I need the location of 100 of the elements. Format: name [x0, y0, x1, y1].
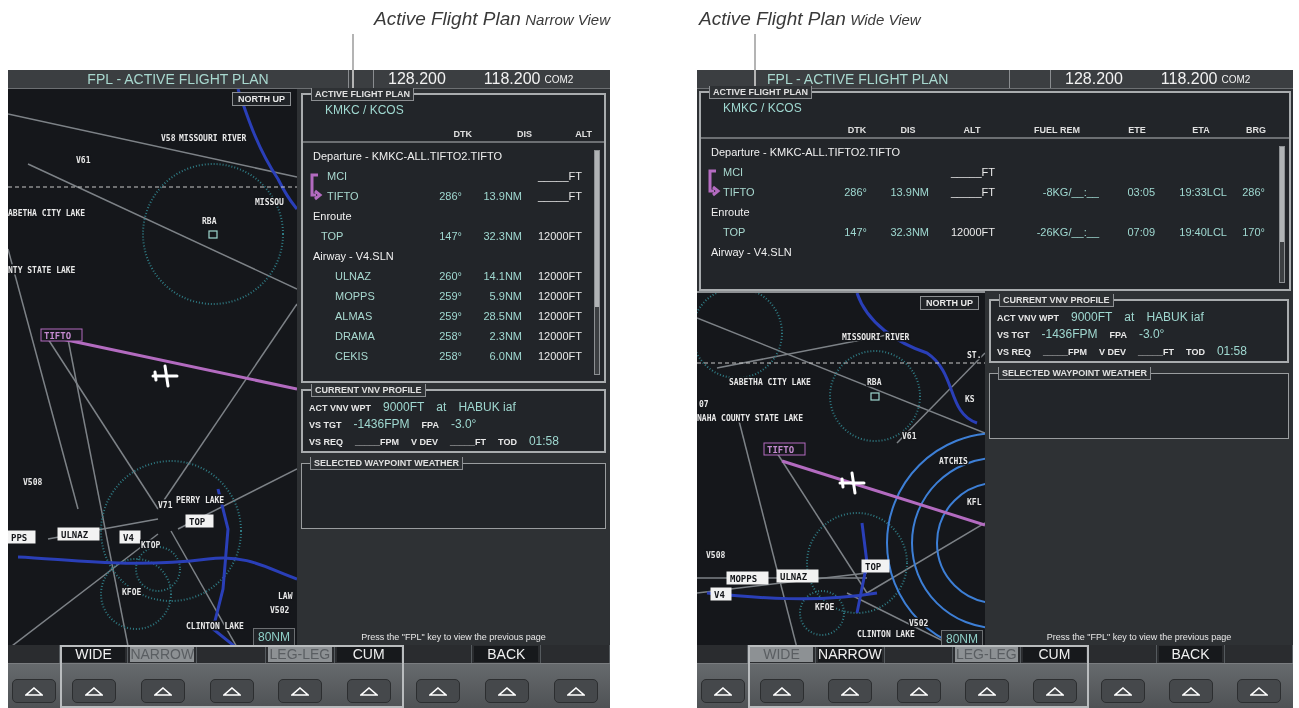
vnv-value: at: [1124, 310, 1135, 324]
map-orientation-label[interactable]: NORTH UP: [920, 296, 979, 310]
table-cell-text: 5.9NM: [488, 290, 522, 302]
leader-line: [754, 34, 756, 86]
vnv-value: HABUK iaf: [1146, 310, 1204, 324]
vnv-label: VS REQ: [309, 437, 343, 447]
softkey-button[interactable]: [700, 679, 745, 703]
map-label: V71: [158, 501, 173, 510]
map-label: NTY STATE LAKE: [8, 266, 76, 275]
vor-icon: [870, 392, 880, 401]
up-triangle-icon: [291, 686, 310, 696]
waypoint-tag: TOP: [861, 559, 890, 573]
softkey-label[interactable]: BACK: [474, 646, 539, 662]
column-header: ETA: [1191, 125, 1211, 135]
waypoint-name[interactable]: TIFTO: [303, 190, 418, 202]
section-header: Enroute: [313, 210, 352, 222]
vnv-value: at: [436, 400, 447, 414]
table-cell-text: 12000FT: [536, 230, 582, 242]
up-triangle-icon: [566, 686, 585, 696]
table-cell-text: 13.9NM: [482, 190, 522, 202]
map-label: KS: [965, 395, 975, 404]
map-label: CLINTON LAKE: [857, 630, 915, 639]
table-cell-text: 32.3NM: [482, 230, 522, 242]
map-label: SABETHA CITY LAKE: [729, 378, 811, 387]
column-header: DIS: [516, 129, 532, 139]
route-text: KMKC / KCOS: [324, 102, 405, 117]
softkey-button[interactable]: [553, 679, 598, 703]
column-header: ETE: [1127, 125, 1147, 135]
table-cell-text: 259°: [438, 310, 462, 322]
vor-icon: [208, 230, 218, 239]
vnv-label: TOD: [1186, 347, 1205, 357]
up-triangle-icon: [429, 686, 447, 696]
softkey-button[interactable]: [278, 679, 323, 703]
waypoint-tag: V4: [710, 587, 732, 601]
vnv-value: -1436FPM: [1041, 327, 1098, 341]
table-cell-text: 03:05: [1126, 186, 1155, 198]
map-label: KFOE: [122, 588, 142, 597]
table-cell-text: 14.1NM: [482, 270, 522, 282]
table-cell-text: 259°: [438, 290, 462, 302]
waypoint-tag: MOPPS: [726, 571, 769, 585]
table-cell-text: -26KG/__:__: [1035, 226, 1099, 238]
softkey-button[interactable]: [209, 679, 254, 703]
table-cell-text: 2.3NM: [488, 330, 522, 342]
softkey-button[interactable]: [896, 679, 941, 703]
airplane-icon: [151, 364, 179, 388]
column-header: ALT: [962, 125, 982, 135]
vnv-label: FPA: [1109, 330, 1127, 340]
table-cell-text: 19:40LCL: [1178, 226, 1227, 238]
softkey-button[interactable]: [760, 679, 805, 703]
map-label: ST.: [967, 351, 982, 360]
up-triangle-icon: [153, 686, 172, 696]
table-cell-text: 12000FT: [536, 350, 582, 362]
header-field: [1009, 70, 1051, 88]
column-header: DTK: [452, 129, 472, 139]
vnv-label: FPA: [421, 420, 439, 430]
map-label: 07: [699, 400, 709, 409]
softkey-button[interactable]: [1237, 679, 1281, 703]
softkey-label[interactable]: BACK: [1158, 646, 1222, 662]
up-triangle-icon: [773, 686, 792, 696]
map-label: KTOP: [141, 541, 161, 550]
scrollbar[interactable]: [594, 150, 600, 375]
table-cell-text: 147°: [438, 230, 462, 242]
scrollbar[interactable]: [1279, 146, 1285, 283]
leader-line: [352, 34, 354, 88]
map-label: KFL: [967, 498, 982, 507]
softkey-button[interactable]: [484, 679, 529, 703]
softkey-button[interactable]: [11, 679, 56, 703]
softkey-button[interactable]: [1168, 679, 1213, 703]
vnv-value: 9000FT: [383, 400, 425, 414]
table-cell-text: 12000FT: [536, 290, 582, 302]
map-label: ATCHIS: [939, 457, 968, 466]
table-cell-text: 258°: [438, 330, 462, 342]
softkey-button[interactable]: [140, 679, 185, 703]
softkey-button[interactable]: [72, 679, 116, 703]
softkey-button[interactable]: [828, 679, 873, 703]
map-label: V58: [161, 134, 176, 143]
table-cell-text: 07:09: [1126, 226, 1155, 238]
softkey-button[interactable]: [964, 679, 1009, 703]
vnv-value: -1436FPM: [353, 417, 410, 431]
table-cell-text: _____FT: [536, 170, 582, 182]
route-text: KMKC / KCOS: [722, 100, 803, 115]
softkey-button[interactable]: [347, 679, 392, 703]
column-header: DIS: [899, 125, 917, 135]
standby-frequency: 118.200: [483, 70, 541, 88]
softkey-button[interactable]: [416, 679, 460, 703]
vnv-value: HABUK iaf: [458, 400, 516, 414]
softkey-button[interactable]: [1100, 679, 1145, 703]
vnv-label: ACT VNV WPT: [997, 313, 1059, 323]
up-triangle-icon: [85, 686, 103, 696]
table-cell-text: 12000FT: [536, 330, 582, 342]
vnv-value: -3.0°: [450, 417, 477, 431]
waypoint-tag: V4: [119, 530, 141, 544]
status-message: Press the "FPL" key to view the previous page: [360, 632, 547, 643]
up-triangle-icon: [909, 686, 928, 696]
map-orientation-label[interactable]: NORTH UP: [232, 92, 291, 106]
softkey-button[interactable]: [1032, 679, 1077, 703]
vnv-label: V DEV: [1099, 347, 1127, 357]
table-cell-text: 286°: [438, 190, 462, 202]
map-label: ABETHA CITY LAKE: [8, 209, 86, 218]
waypoint-name[interactable]: TIFTO: [701, 186, 827, 198]
